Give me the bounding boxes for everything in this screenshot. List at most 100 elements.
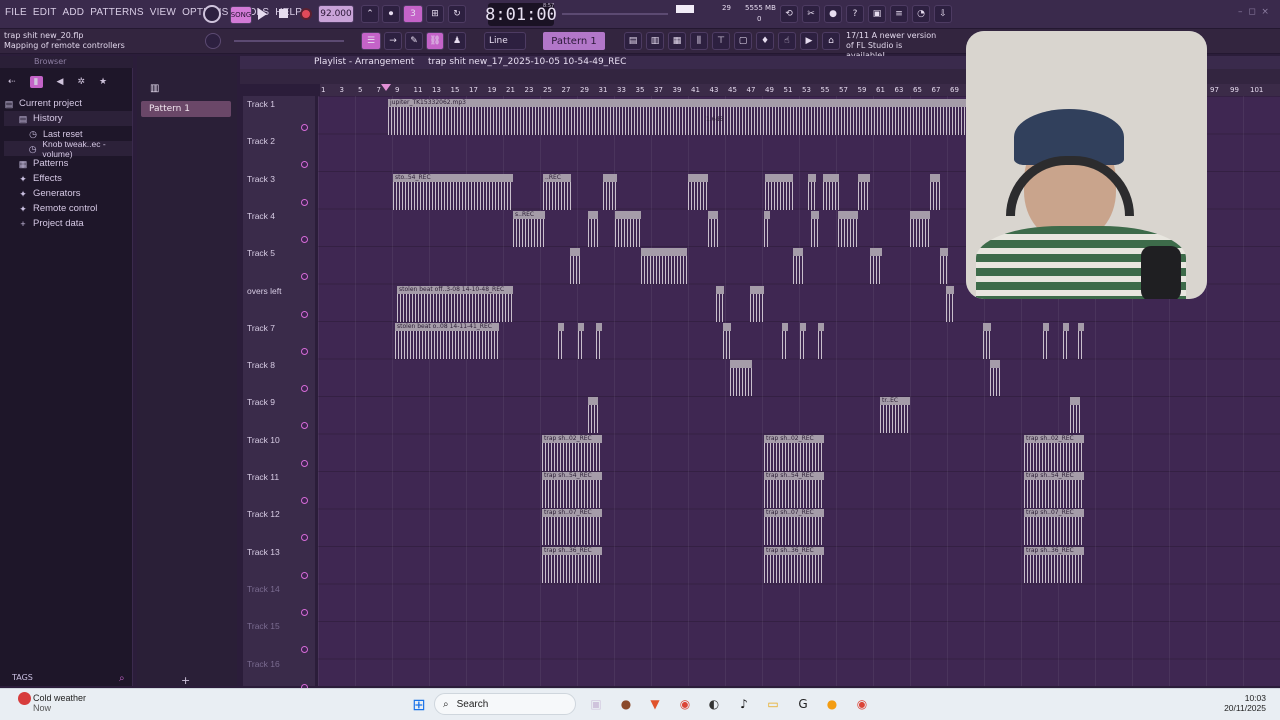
plugin-icon[interactable]: ♦ (756, 32, 774, 50)
audio-clip[interactable] (808, 173, 816, 210)
clip-header[interactable] (570, 248, 580, 257)
clip-header[interactable] (558, 322, 564, 331)
save-icon[interactable]: ▣ (868, 5, 886, 23)
fl-studio-icon[interactable]: ● (822, 694, 842, 714)
audio-clip[interactable] (818, 322, 824, 359)
clip-header[interactable]: trap sh..54_REC (764, 472, 824, 480)
track-mute-led[interactable] (301, 161, 308, 169)
app-icon-1[interactable]: ● (616, 694, 636, 714)
tree-item-current-project[interactable]: ▤ Current project (4, 96, 132, 111)
mixer-icon[interactable]: ≡ (890, 5, 908, 23)
clipboard-icon[interactable]: ▢ (734, 32, 752, 50)
menu-add[interactable]: ADD (62, 7, 86, 18)
audio-clip[interactable]: s..REC (513, 210, 545, 247)
track-mute-led[interactable] (301, 422, 308, 430)
tag-search-icon[interactable]: ⌕ (119, 673, 125, 684)
clip-header[interactable] (983, 322, 991, 331)
snap-select[interactable]: Line (484, 32, 526, 50)
windows-start-icon[interactable]: ⊞ (409, 694, 429, 714)
audio-clip[interactable]: trap sh..54_REC (542, 472, 602, 508)
clip-header[interactable] (818, 322, 824, 331)
track-mute-led[interactable] (301, 124, 308, 131)
arrow-left-icon[interactable]: ⇠ (8, 77, 16, 87)
undo-icon[interactable]: ⟲ (780, 5, 798, 23)
playhead-marker[interactable] (381, 84, 391, 91)
clip-header[interactable] (940, 248, 948, 257)
menu-edit[interactable]: EDIT (32, 7, 58, 18)
track-mute-led[interactable] (301, 571, 308, 579)
audio-clip[interactable] (940, 248, 948, 285)
menu-view[interactable]: VIEW (149, 7, 177, 18)
clip-header[interactable] (596, 322, 602, 331)
star-icon[interactable]: ★ (99, 77, 107, 87)
audio-clip[interactable] (811, 210, 819, 247)
clip-header[interactable]: stolen beat off..3-08 14-10-48_REC (397, 285, 513, 294)
track-name[interactable]: Track 15 (247, 621, 280, 631)
track-name[interactable]: Track 13 (247, 547, 280, 557)
clip-header[interactable] (588, 397, 598, 406)
speaker-icon[interactable]: ◀ (57, 77, 64, 87)
track-name[interactable]: Track 14 (247, 584, 280, 594)
clip-header[interactable] (765, 173, 793, 182)
clip-header[interactable] (930, 173, 940, 182)
app-icon-3[interactable]: G (793, 694, 813, 714)
clip-header[interactable]: stolen beat o..08 14-11-41_REC (395, 322, 499, 331)
clip-header[interactable] (800, 322, 806, 331)
pitch-knob[interactable] (205, 33, 221, 49)
track-name[interactable]: overs left (247, 286, 282, 296)
mic-icon[interactable]: ● (824, 5, 842, 23)
clip-header[interactable]: jupiter_TK15332062.mp3 (388, 99, 1034, 107)
brave-icon[interactable]: ▼ (645, 694, 665, 714)
clip-header[interactable] (708, 210, 718, 219)
link-icon[interactable]: ⛓ (426, 32, 444, 50)
gear-icon[interactable]: ✲ (77, 77, 85, 87)
audio-clip[interactable] (800, 322, 806, 359)
audio-clip[interactable] (588, 210, 598, 247)
audio-clip[interactable]: stolen beat o..08 14-11-41_REC (395, 322, 499, 359)
record-icon[interactable] (300, 8, 312, 20)
track-name[interactable]: Track 5 (247, 248, 275, 258)
audio-clip[interactable]: stolen beat off..3-08 14-10-48_REC (397, 285, 513, 322)
weather-icon[interactable] (18, 692, 31, 705)
tree-item-effects[interactable]: ✦ Effects (4, 171, 132, 186)
playlist-view-icon[interactable]: ☰ (361, 32, 381, 50)
arrow-icon[interactable]: → (384, 32, 402, 50)
audio-clip[interactable]: trap sh..02_REC (542, 434, 602, 471)
clip-header[interactable] (946, 285, 954, 294)
audio-clip[interactable] (870, 248, 882, 285)
clip-header[interactable]: trap sh..36_REC (764, 546, 824, 555)
clip-header[interactable]: ..REC (543, 173, 571, 182)
audio-clip[interactable]: trap sh..36_REC (542, 546, 602, 583)
audio-clip[interactable] (1043, 322, 1049, 359)
clip-header[interactable] (578, 322, 584, 331)
clip-header[interactable] (1043, 322, 1049, 331)
download-icon[interactable]: ⇩ (934, 5, 952, 23)
clip-header[interactable] (723, 322, 731, 331)
audio-clip[interactable]: sto..54_REC (393, 173, 513, 210)
audio-clip[interactable]: tr..EC (880, 397, 910, 434)
song-mode-button[interactable]: SONG (230, 6, 252, 24)
clip-header[interactable] (823, 173, 839, 182)
wait-input-icon[interactable]: ⏺ (382, 5, 400, 23)
track-mute-led[interactable] (301, 347, 308, 355)
audio-clip[interactable] (930, 173, 940, 210)
video-icon[interactable]: ▶ (800, 32, 818, 50)
audio-clip[interactable]: trap sh..07_REC (764, 509, 824, 546)
app-icon-2[interactable]: ◐ (704, 694, 724, 714)
pattern-selector[interactable]: Pattern 1 (543, 32, 605, 50)
audio-clip[interactable] (558, 322, 564, 359)
file-explorer-icon[interactable]: ▭ (763, 694, 783, 714)
track-mute-led[interactable] (301, 534, 308, 542)
track-name[interactable]: Track 7 (247, 323, 275, 333)
stamp-icon[interactable]: ♟ (448, 32, 466, 50)
taskbar-search[interactable]: ⌕ Search (434, 693, 576, 715)
audio-clip[interactable] (688, 173, 708, 210)
tempo-display[interactable]: 92.000 (318, 5, 354, 23)
audio-clip[interactable] (823, 173, 839, 210)
audio-clip[interactable] (596, 322, 602, 359)
track-mute-led[interactable] (301, 273, 308, 281)
track-name[interactable]: Track 12 (247, 509, 280, 519)
track-mute-led[interactable] (301, 198, 308, 206)
clip-header[interactable] (730, 360, 752, 369)
clip-header[interactable] (782, 322, 788, 331)
